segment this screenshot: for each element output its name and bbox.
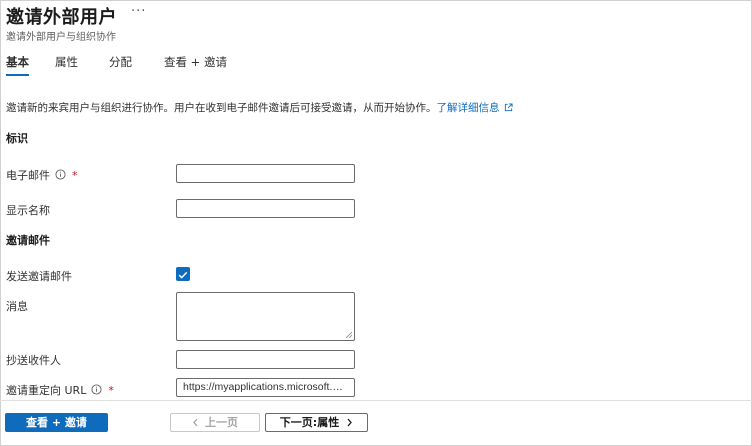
previous-button[interactable]: 上一页	[170, 413, 260, 432]
section-invitation-title: 邀请邮件	[6, 234, 50, 247]
send-invitation-checkbox[interactable]	[176, 267, 190, 281]
learn-more-link[interactable]: 了解详细信息	[437, 102, 513, 114]
previous-button-label: 上一页	[205, 416, 238, 429]
message-label: 消息	[6, 300, 28, 313]
cc-recipients-field[interactable]	[176, 350, 355, 369]
required-marker: *	[72, 169, 78, 182]
tab-review-invite[interactable]: 查看 + 邀请	[164, 54, 227, 76]
section-identity-title: 标识	[6, 132, 28, 145]
tab-basics[interactable]: 基本	[6, 54, 29, 76]
send-invitation-label: 发送邀请邮件	[6, 270, 72, 283]
email-label-text: 电子邮件	[6, 169, 50, 182]
more-options-button[interactable]: ···	[131, 4, 146, 19]
intro-description: 邀请新的来宾用户与组织进行协作。用户在收到电子邮件邀请后可接受邀请，从而开始协作…	[6, 100, 513, 115]
review-invite-button[interactable]: 查看 + 邀请	[5, 413, 108, 432]
info-icon[interactable]	[55, 169, 66, 180]
email-label: 电子邮件 *	[6, 167, 78, 183]
external-link-icon	[504, 103, 513, 112]
learn-more-label: 了解详细信息	[436, 102, 500, 114]
next-button[interactable]: 下一页:属性	[265, 413, 368, 432]
chevron-left-icon	[193, 418, 198, 427]
checkmark-icon	[178, 271, 188, 279]
display-name-label: 显示名称	[6, 204, 50, 217]
resize-handle-icon[interactable]	[346, 332, 352, 338]
tab-assignments[interactable]: 分配	[109, 54, 132, 76]
chevron-right-icon	[347, 418, 353, 427]
cc-recipients-label: 抄送收件人	[6, 354, 61, 367]
required-marker: *	[108, 384, 114, 397]
footer-divider	[0, 400, 752, 401]
info-icon[interactable]	[91, 384, 102, 395]
tab-properties[interactable]: 属性	[55, 54, 78, 76]
next-button-label: 下一页:属性	[279, 416, 340, 429]
page-subtitle: 邀请外部用户与组织协作	[6, 32, 116, 43]
redirect-url-field[interactable]: https://myapplications.microsoft.co...	[176, 378, 355, 397]
email-field[interactable]	[176, 164, 355, 183]
page-title: 邀请外部用户	[6, 7, 117, 28]
intro-text: 邀请新的来宾用户与组织进行协作。用户在收到电子邮件邀请后可接受邀请，从而开始协作…	[6, 102, 437, 114]
display-name-field[interactable]	[176, 199, 355, 218]
redirect-url-label-text: 邀请重定向 URL	[6, 384, 87, 397]
redirect-url-label: 邀请重定向 URL *	[6, 382, 114, 398]
message-textarea[interactable]	[176, 292, 355, 341]
